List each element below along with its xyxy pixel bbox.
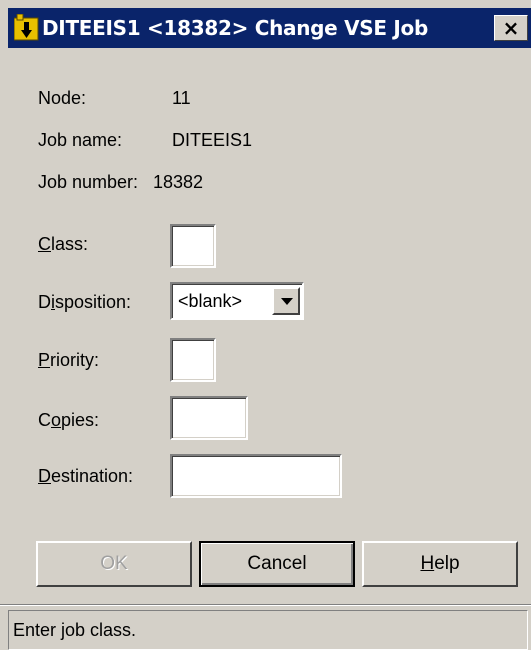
change-vse-job-dialog: DITEEIS1 <18382> Change VSE Job × Node: … — [0, 0, 531, 650]
priority-label-rest: riority: — [50, 350, 100, 370]
destination-label-mnemonic: D — [38, 466, 51, 486]
disposition-label: Disposition: — [38, 292, 131, 313]
destination-input[interactable] — [170, 454, 342, 498]
job-number-label: Job number: — [38, 172, 139, 192]
priority-label: Priority: — [38, 350, 99, 371]
disposition-label-pre: D — [38, 292, 51, 312]
cancel-button[interactable]: Cancel — [199, 541, 355, 587]
class-label-rest: lass: — [51, 234, 89, 254]
copies-label-rest: pies: — [61, 410, 100, 430]
copies-label: Copies: — [38, 410, 99, 431]
job-yellow-icon — [13, 13, 40, 42]
priority-input[interactable] — [170, 338, 216, 382]
title-bar[interactable]: DITEEIS1 <18382> Change VSE Job × — [8, 8, 531, 48]
priority-label-mnemonic: P — [38, 350, 51, 370]
node-value: 11 — [172, 88, 191, 108]
disposition-label-rest: sposition: — [55, 292, 132, 312]
help-button-mnemonic: H — [420, 553, 435, 574]
chevron-down-icon — [281, 298, 293, 305]
help-button[interactable]: Help — [362, 541, 518, 587]
class-label-mnemonic: C — [38, 234, 51, 254]
destination-label-rest: estination: — [51, 466, 134, 486]
dropdown-button[interactable] — [272, 287, 300, 315]
job-name-label: Job name: — [38, 130, 123, 150]
ok-button[interactable]: OK — [36, 541, 192, 587]
class-label: Class: — [38, 234, 88, 255]
help-button-rest: elp — [434, 553, 460, 574]
class-input[interactable] — [170, 224, 216, 268]
destination-label: Destination: — [38, 466, 133, 487]
job-name-value: DITEEIS1 — [172, 130, 253, 150]
disposition-selected-value: <blank> — [178, 291, 243, 311]
window-title: DITEEIS1 <18382> Change VSE Job — [42, 16, 428, 40]
copies-label-mnemonic: o — [51, 410, 62, 430]
status-separator — [0, 604, 531, 606]
copies-label-pre: C — [38, 410, 51, 430]
job-number-value: 18382 — [153, 172, 204, 192]
disposition-select[interactable]: <blank> — [170, 282, 304, 320]
node-label: Node: — [38, 88, 87, 108]
status-bar: Enter job class. — [8, 610, 528, 650]
copies-input[interactable] — [170, 396, 248, 440]
close-button[interactable]: × — [494, 15, 528, 41]
